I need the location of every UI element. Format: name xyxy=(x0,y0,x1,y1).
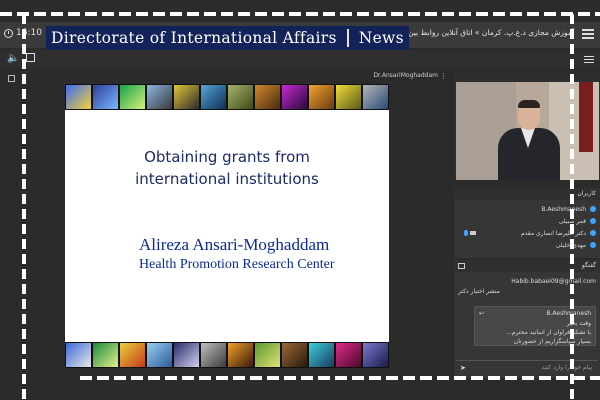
chat-panel: گفتگو Habib.babaei09@gmail.com منشر اختی… xyxy=(454,260,600,378)
chat-message: Habib.babaei09@gmail.com xyxy=(511,278,596,285)
chat-input[interactable]: ➤ پیام خود را وارد کنید xyxy=(456,360,598,374)
menu-icon[interactable] xyxy=(582,27,594,39)
microphone-icon xyxy=(464,230,468,236)
logout-icon[interactable] xyxy=(26,53,35,62)
chat-header: گفتگو xyxy=(454,260,600,272)
presenter-options-icon[interactable]: ⋮ xyxy=(440,72,447,80)
chat-message: منشر اختیار دکتر xyxy=(458,288,500,295)
app-window: 16:10 آموزش مجازی د.ع.پ. کرمان » اتاق آن… xyxy=(0,0,600,400)
toolbar-menu-icon[interactable] xyxy=(584,54,594,65)
webcam-video[interactable] xyxy=(456,82,599,180)
frame-border-top xyxy=(0,12,600,16)
toolbar xyxy=(0,50,600,68)
chat-text: با تشکر فراوان از اساتید محترم... xyxy=(506,329,591,336)
slide-author: Alireza Ansari-Moghaddam xyxy=(139,235,330,254)
frame-border-left xyxy=(22,14,26,400)
chat-text: بسیار سپاسگزاریم از حضورتان xyxy=(513,338,591,345)
slide-title-line-2: international institutions xyxy=(135,170,319,188)
chat-icon xyxy=(458,263,465,269)
banner-divider xyxy=(346,29,349,47)
presenter-name: Dr.AnsariMoghaddam xyxy=(373,72,438,79)
user-name: B.Aeshmanesh xyxy=(541,206,586,213)
camera-icon xyxy=(470,231,476,235)
user-row[interactable]: دکتر علیرضا انصاری مقدم xyxy=(460,228,596,239)
users-title: کاربران xyxy=(577,190,596,197)
banner-left-text: Directorate of International Affairs xyxy=(51,29,337,47)
slide-organization: Health Promotion Research Center xyxy=(139,257,335,272)
frame-border-bottom xyxy=(80,376,600,380)
user-name: دکتر علیرضا انصاری مقدم xyxy=(520,230,586,237)
news-banner: Directorate of International Affairs New… xyxy=(46,26,409,50)
user-row[interactable]: B.Aeshmanesh xyxy=(460,204,596,215)
slide-top-image-strip xyxy=(65,84,389,110)
clock-icon xyxy=(4,28,13,38)
send-icon[interactable]: ➤ xyxy=(460,364,466,372)
panel-toggle-icon[interactable] xyxy=(8,75,15,82)
chat-input-placeholder: پیام خود را وارد کنید xyxy=(541,364,592,371)
user-icon xyxy=(590,242,596,248)
webcam-options-icon[interactable] xyxy=(458,74,464,89)
users-header: کاربران xyxy=(454,188,600,200)
room-title: آموزش مجازی د.ع.پ. کرمان » اتاق آنلاین ر… xyxy=(388,28,574,37)
chat-title: گفتگو xyxy=(581,262,596,269)
user-icon xyxy=(590,230,596,236)
slide-bottom-image-strip xyxy=(65,342,389,368)
slide-title-line-1: Obtaining grants from xyxy=(144,148,310,166)
chat-sender: B.Aeshmanesh xyxy=(546,310,591,317)
user-icon xyxy=(590,218,596,224)
banner-right-text: News xyxy=(358,29,404,47)
left-sidebar xyxy=(0,68,20,378)
speaker-icon[interactable]: 🔈 xyxy=(7,53,19,64)
chat-message-card: ↩ B.Aeshmanesh وقت بخیر با تشکر فراوان ا… xyxy=(474,306,596,346)
presentation-slide: Obtaining grants from international inst… xyxy=(65,84,389,368)
webcam-panel xyxy=(454,70,600,180)
user-icon xyxy=(590,206,596,212)
user-row[interactable]: مهدی خلیلی xyxy=(460,240,596,251)
users-panel: کاربران B.Aeshmanesh قمر صبیلی دکتر علیر… xyxy=(454,188,600,258)
frame-border-right xyxy=(570,14,574,400)
slide-title: Obtaining grants from international inst… xyxy=(65,146,389,190)
timer-text: 16:10 xyxy=(16,28,42,38)
user-row[interactable]: قمر صبیلی xyxy=(460,216,596,227)
reply-icon[interactable]: ↩ xyxy=(479,310,484,317)
